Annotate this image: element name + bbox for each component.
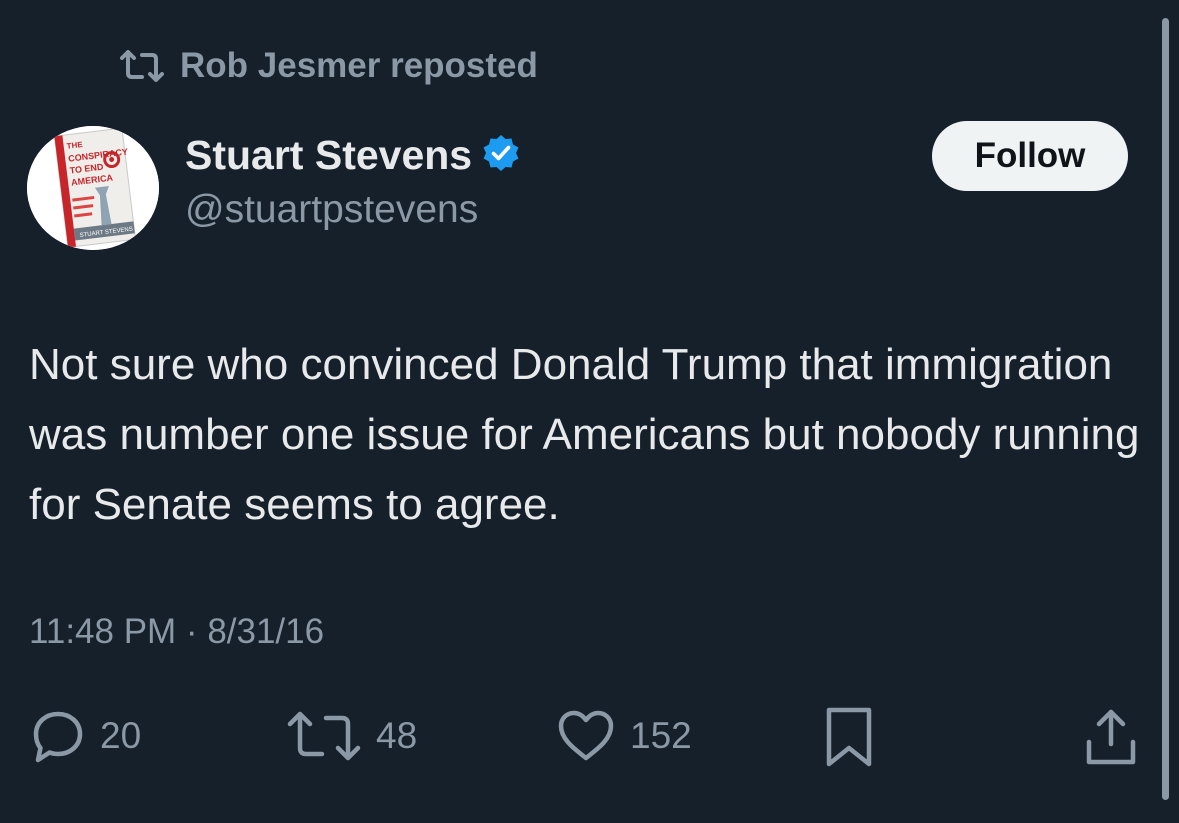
like-button[interactable]: 152 [556, 708, 692, 764]
tweet-timestamp[interactable]: 11:48 PM · 8/31/16 [29, 612, 324, 652]
reply-count: 20 [100, 715, 142, 756]
repost-button[interactable]: 48 [286, 708, 417, 764]
repost-icon [118, 49, 166, 83]
share-button[interactable] [1084, 706, 1138, 768]
like-icon [556, 708, 616, 764]
share-icon [1084, 706, 1138, 768]
repost-count: 48 [376, 715, 418, 756]
avatar[interactable]: THE CONSPIRACY TO END AMERICA STUART STE… [27, 126, 159, 250]
verified-badge-icon [482, 134, 520, 177]
author-handle[interactable]: @stuartpstevens [185, 188, 478, 232]
bookmark-icon [824, 706, 874, 768]
repost-icon [286, 708, 362, 764]
reply-icon [30, 708, 86, 764]
follow-button[interactable]: Follow [932, 121, 1128, 191]
repost-context-text: Rob Jesmer reposted [180, 46, 538, 85]
repost-context[interactable]: Rob Jesmer reposted [118, 46, 538, 86]
scrollbar[interactable] [1162, 18, 1169, 800]
reply-button[interactable]: 20 [30, 708, 141, 764]
like-count: 152 [630, 715, 692, 756]
bookmark-button[interactable] [824, 706, 874, 768]
author-name-row[interactable]: Stuart Stevens [185, 132, 520, 179]
author-display-name[interactable]: Stuart Stevens [185, 132, 472, 179]
action-bar: 20 48 152 [0, 700, 1179, 780]
tweet-text: Not sure who convinced Donald Trump that… [29, 340, 1140, 529]
